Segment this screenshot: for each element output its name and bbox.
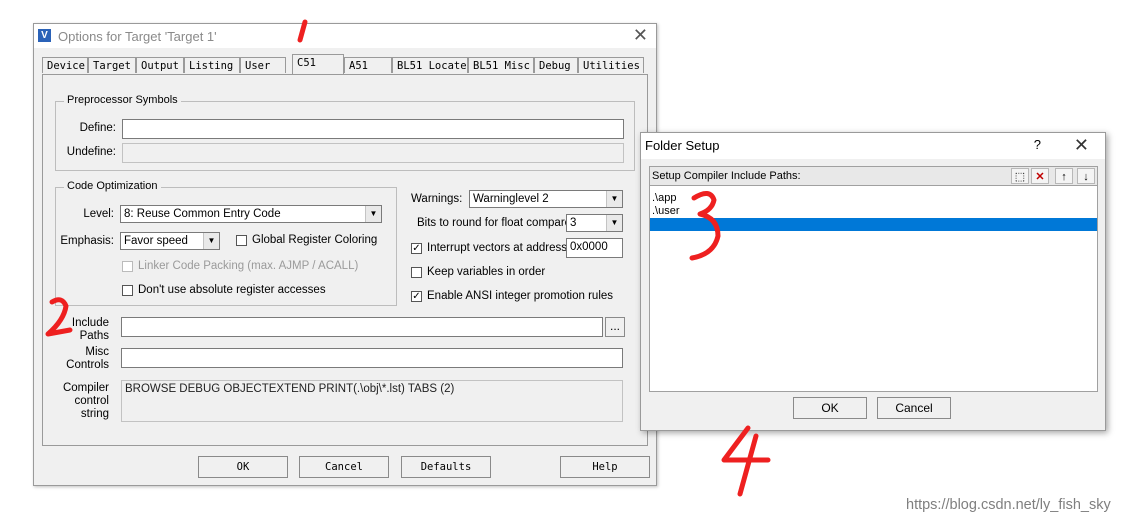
tab-target[interactable]: Target xyxy=(88,57,136,73)
dont-use-absolute-register-checkbox[interactable] xyxy=(122,285,133,296)
close-icon[interactable]: ✕ xyxy=(1074,135,1089,156)
include-paths-input[interactable] xyxy=(121,317,603,337)
keil-uvision-icon: V xyxy=(38,29,51,42)
tab-debug[interactable]: Debug xyxy=(534,57,578,73)
defaults-button[interactable]: Defaults xyxy=(401,456,491,478)
level-select[interactable]: 8: Reuse Common Entry Code ▼ xyxy=(120,205,382,223)
move-down-icon[interactable]: ↓ xyxy=(1077,168,1095,184)
dialog-titlebar: V Options for Target 'Target 1' ✕ xyxy=(34,24,656,48)
options-dialog: V Options for Target 'Target 1' ✕ Device… xyxy=(33,23,657,486)
chevron-down-icon: ▼ xyxy=(606,215,622,231)
folder-cancel-button[interactable]: Cancel xyxy=(877,397,951,419)
misc-controls-input[interactable] xyxy=(121,348,623,368)
annotation-mark-4 xyxy=(721,425,771,497)
level-label: Level: xyxy=(83,208,114,220)
folder-setup-title: Folder Setup xyxy=(645,138,720,153)
delete-icon[interactable]: ✕ xyxy=(1031,168,1049,184)
enable-ansi-label: Enable ANSI integer promotion rules xyxy=(427,290,614,302)
warnings-select[interactable]: Warninglevel 2 ▼ xyxy=(469,190,623,208)
code-optimization-label: Code Optimization xyxy=(64,180,161,192)
chevron-down-icon: ▼ xyxy=(606,191,622,207)
linker-code-packing-label: Linker Code Packing (max. AJMP / ACALL) xyxy=(138,260,359,272)
folder-setup-dialog: Folder Setup ? ✕ Setup Compiler Include … xyxy=(640,132,1106,431)
ok-button[interactable]: OK xyxy=(198,456,288,478)
compiler-control-label-2: control xyxy=(74,395,109,407)
list-item[interactable]: .\user xyxy=(652,205,680,218)
keep-variables-checkbox[interactable] xyxy=(411,267,422,278)
dialog-title: Options for Target 'Target 1' xyxy=(58,29,217,44)
interrupt-vectors-checkbox[interactable]: ✓ xyxy=(411,243,422,254)
undefine-input xyxy=(122,143,624,163)
watermark: https://blog.csdn.net/ly_fish_sky xyxy=(906,497,1111,513)
compiler-control-label-3: string xyxy=(80,408,109,420)
compiler-control-string: BROWSE DEBUG OBJECTEXTEND PRINT(.\obj\*.… xyxy=(121,380,623,422)
emphasis-select[interactable]: Favor speed ▼ xyxy=(120,232,220,250)
emphasis-value: Favor speed xyxy=(124,235,188,247)
move-up-icon[interactable]: ↑ xyxy=(1055,168,1073,184)
warnings-label: Warnings: xyxy=(411,193,463,205)
help-icon[interactable]: ? xyxy=(1034,137,1041,152)
enable-ansi-checkbox[interactable]: ✓ xyxy=(411,291,422,302)
tab-a51[interactable]: A51 xyxy=(344,57,392,73)
global-register-coloring-label: Global Register Coloring xyxy=(252,234,378,246)
list-item[interactable]: .\app xyxy=(652,192,676,205)
misc-controls-label-1: Misc xyxy=(85,346,109,358)
keep-variables-label: Keep variables in order xyxy=(427,266,546,278)
include-paths-browse-button[interactable]: ... xyxy=(605,317,625,337)
tab-c51[interactable]: C51 xyxy=(292,54,344,74)
bits-to-round-label: Bits to round for float compare: xyxy=(417,217,575,229)
chevron-down-icon: ▼ xyxy=(365,206,381,222)
folder-setup-titlebar: Folder Setup ? ✕ xyxy=(641,133,1105,159)
c51-tab-panel: Preprocessor Symbols Define: Undefine: C… xyxy=(42,74,648,446)
folder-ok-button[interactable]: OK xyxy=(793,397,867,419)
tab-listing[interactable]: Listing xyxy=(184,57,240,73)
preprocessor-group-label: Preprocessor Symbols xyxy=(64,94,181,106)
preprocessor-group: Preprocessor Symbols Define: Undefine: xyxy=(55,94,635,171)
dont-use-absolute-register-label: Don't use absolute register accesses xyxy=(138,284,326,296)
new-folder-icon[interactable]: ⬚ xyxy=(1011,168,1029,184)
define-input[interactable] xyxy=(122,119,624,139)
include-paths-label-2: Paths xyxy=(79,330,109,342)
include-paths-list-header: Setup Compiler Include Paths: ⬚ ✕ ↑ ↓ xyxy=(649,166,1098,186)
linker-code-packing-checkbox xyxy=(122,261,133,272)
misc-controls-label-2: Controls xyxy=(66,359,109,371)
close-icon[interactable]: ✕ xyxy=(633,25,648,46)
cancel-button[interactable]: Cancel xyxy=(299,456,389,478)
level-value: 8: Reuse Common Entry Code xyxy=(124,208,281,220)
undefine-label: Undefine: xyxy=(66,146,116,158)
define-label: Define: xyxy=(79,122,116,134)
bits-to-round-value: 3 xyxy=(570,217,577,229)
tab-user[interactable]: User xyxy=(240,57,286,73)
include-paths-list[interactable]: .\app .\user xyxy=(649,186,1098,392)
warnings-value: Warninglevel 2 xyxy=(473,193,549,205)
help-button[interactable]: Help xyxy=(560,456,650,478)
tab-bl51-locate[interactable]: BL51 Locate xyxy=(392,57,468,73)
chevron-down-icon: ▼ xyxy=(203,233,219,249)
interrupt-vectors-address-input[interactable]: 0x0000 xyxy=(566,238,623,258)
tab-bl51-misc[interactable]: BL51 Misc xyxy=(468,57,534,73)
include-paths-list-title: Setup Compiler Include Paths: xyxy=(652,170,801,182)
tab-device[interactable]: Device xyxy=(42,57,88,73)
tab-output[interactable]: Output xyxy=(136,57,184,73)
compiler-control-label-1: Compiler xyxy=(62,382,109,394)
bits-to-round-select[interactable]: 3 ▼ xyxy=(566,214,623,232)
include-paths-label-1: Include xyxy=(71,317,109,329)
global-register-coloring-checkbox[interactable] xyxy=(236,235,247,246)
tab-utilities[interactable]: Utilities xyxy=(578,57,644,73)
list-item-new-selected[interactable] xyxy=(650,218,1097,231)
code-optimization-group: Code Optimization Level: 8: Reuse Common… xyxy=(55,180,397,306)
interrupt-vectors-label: Interrupt vectors at address: xyxy=(427,242,571,254)
emphasis-label: Emphasis: xyxy=(60,235,114,247)
